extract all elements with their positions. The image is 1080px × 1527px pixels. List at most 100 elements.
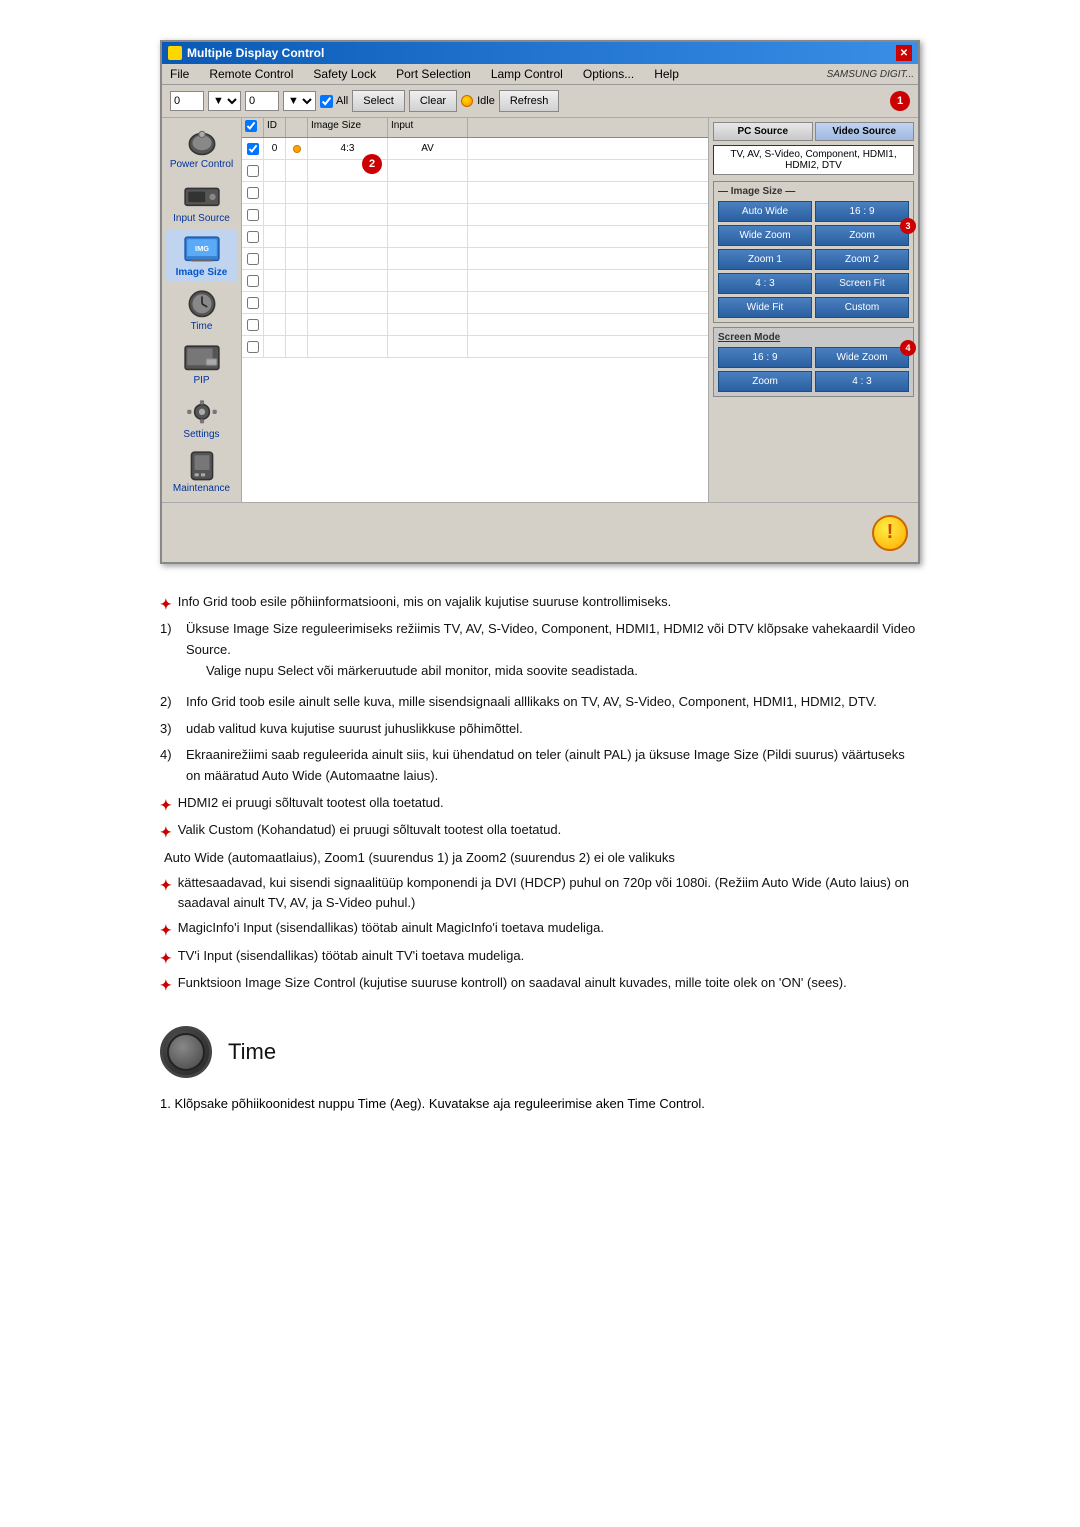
grid-container: ID Image Size Input 2 0 4:3 AV <box>242 118 708 502</box>
numbered-item-1: 1) Üksuse Image Size reguleerimiseks rež… <box>160 619 920 685</box>
all-checkbox[interactable] <box>320 95 333 108</box>
sidebar-item-maintenance[interactable]: Maintenance <box>166 446 238 498</box>
star-text-6: Funktsioon Image Size Control (kujutise … <box>178 973 847 994</box>
menu-file[interactable]: File <box>166 66 193 82</box>
time-section: Time <box>160 1026 920 1078</box>
sidebar-label-pip: PIP <box>193 375 209 386</box>
numbered-item-2: 2) Info Grid toob esile ainult selle kuv… <box>160 692 920 713</box>
id-dropdown[interactable]: ▼ <box>208 91 241 111</box>
btn-screen-zoom[interactable]: Zoom <box>718 371 812 392</box>
star-icon-4: ✦ <box>160 919 172 941</box>
btn-16-9[interactable]: 16 : 9 <box>815 201 909 222</box>
num-label-1: 1) <box>160 619 180 685</box>
star-icon-0: ✦ <box>160 593 172 615</box>
numbered-text-1: Üksuse Image Size reguleerimiseks režiim… <box>186 619 920 685</box>
badge-4: 4 <box>900 340 916 356</box>
btn-custom[interactable]: Custom <box>815 297 909 318</box>
btn-wide-zoom[interactable]: Wide Zoom <box>718 225 812 246</box>
star-item-4: ✦ MagicInfo'i Input (sisendallikas) tööt… <box>160 918 920 941</box>
title-bar: Multiple Display Control ✕ <box>162 42 918 64</box>
main-content: Power Control Input Source <box>162 118 918 502</box>
pc-source-tab[interactable]: PC Source <box>713 122 813 141</box>
screen-mode-grid: 16 : 9 Wide Zoom 4 Zoom 4 : 3 <box>718 347 909 392</box>
id-input-2[interactable] <box>245 91 279 111</box>
btn-screen-fit[interactable]: Screen Fit <box>815 273 909 294</box>
text-content-area: ✦ Info Grid toob esile põhiinformatsioon… <box>160 592 920 996</box>
grid-header-imagesize: Image Size <box>308 118 388 137</box>
all-checkbox-area: All <box>320 95 348 108</box>
select-all-checkbox[interactable] <box>245 120 257 132</box>
row-id-1: 0 <box>264 138 286 159</box>
id-input-1[interactable] <box>170 91 204 111</box>
table-row <box>242 270 708 292</box>
star-text-0: Info Grid toob esile põhiinformatsiooni,… <box>178 592 672 613</box>
sidebar-item-power[interactable]: Power Control <box>166 122 238 174</box>
menu-port-selection[interactable]: Port Selection <box>392 66 475 82</box>
bottom-area: ! <box>162 502 918 562</box>
all-label: All <box>336 95 348 107</box>
sidebar-item-pip[interactable]: PIP <box>166 338 238 390</box>
table-row <box>242 204 708 226</box>
sidebar-label-power: Power Control <box>170 159 233 170</box>
refresh-button[interactable]: Refresh <box>499 90 560 112</box>
table-row <box>242 160 708 182</box>
star-icon-1: ✦ <box>160 794 172 816</box>
select-button[interactable]: Select <box>352 90 405 112</box>
sidebar-item-input[interactable]: Input Source <box>166 176 238 228</box>
pip-icon <box>183 342 221 374</box>
badge-3: 3 <box>900 218 916 234</box>
numbered-text-2: Info Grid toob esile ainult selle kuva, … <box>186 692 877 713</box>
star-icon-2: ✦ <box>160 821 172 843</box>
menu-remote-control[interactable]: Remote Control <box>205 66 297 82</box>
btn-screen-wide-zoom[interactable]: Wide Zoom 4 <box>815 347 909 368</box>
menu-help[interactable]: Help <box>650 66 683 82</box>
time-section-icon <box>160 1026 212 1078</box>
idle-dot <box>461 95 473 107</box>
menu-lamp-control[interactable]: Lamp Control <box>487 66 567 82</box>
time-section-title: Time <box>228 1039 276 1065</box>
sidebar: Power Control Input Source <box>162 118 242 502</box>
auto-wide-note: Auto Wide (automaatlaius), Zoom1 (suuren… <box>160 848 920 869</box>
sidebar-item-imagesize[interactable]: IMG Image Size <box>166 230 238 282</box>
sidebar-item-settings[interactable]: Settings <box>166 392 238 444</box>
btn-zoom2[interactable]: Zoom 2 <box>815 249 909 270</box>
num-label-3: 3) <box>160 719 180 740</box>
time-icon-inner <box>167 1033 205 1071</box>
grid-header-id: ID <box>264 118 286 137</box>
source-info: TV, AV, S-Video, Component, HDMI1, HDMI2… <box>713 145 914 175</box>
imagesize-icon: IMG <box>183 234 221 266</box>
toolbar: ▼ ▼ All Select Clear Idle Refresh 1 <box>162 85 918 118</box>
table-row <box>242 248 708 270</box>
star-item-5: ✦ TV'i Input (sisendallikas) töötab ainu… <box>160 946 920 969</box>
clear-button[interactable]: Clear <box>409 90 457 112</box>
grid-scroll-area[interactable]: 0 4:3 AV <box>242 138 708 378</box>
sidebar-label-settings: Settings <box>183 429 219 440</box>
star-item-6: ✦ Funktsioon Image Size Control (kujutis… <box>160 973 920 996</box>
btn-screen-4-3[interactable]: 4 : 3 <box>815 371 909 392</box>
video-source-tab[interactable]: Video Source <box>815 122 915 141</box>
btn-auto-wide[interactable]: Auto Wide <box>718 201 812 222</box>
star-item-0: ✦ Info Grid toob esile põhiinformatsioon… <box>160 592 920 615</box>
image-size-group-title: — Image Size — <box>718 186 909 197</box>
btn-4-3[interactable]: 4 : 3 <box>718 273 812 294</box>
row-input-1: AV <box>388 138 468 159</box>
menu-safety-lock[interactable]: Safety Lock <box>309 66 380 82</box>
close-button[interactable]: ✕ <box>896 45 912 61</box>
sidebar-label-time: Time <box>191 321 213 332</box>
table-row <box>242 182 708 204</box>
btn-zoom1[interactable]: Zoom 1 <box>718 249 812 270</box>
btn-screen-16-9[interactable]: 16 : 9 <box>718 347 812 368</box>
sidebar-item-time[interactable]: Time <box>166 284 238 336</box>
star-icon-3: ✦ <box>160 874 172 896</box>
time-icon <box>183 288 221 320</box>
input-icon <box>183 180 221 212</box>
row-checkbox-1[interactable] <box>242 138 264 159</box>
menu-bar: File Remote Control Safety Lock Port Sel… <box>162 64 918 85</box>
idle-indicator: Idle <box>461 95 495 107</box>
time-note: 1. Klõpsake põhiikoonidest nuppu Time (A… <box>160 1094 920 1115</box>
source-tabs: PC Source Video Source <box>713 122 914 141</box>
btn-zoom[interactable]: Zoom 3 <box>815 225 909 246</box>
menu-options[interactable]: Options... <box>579 66 638 82</box>
id-dropdown-2[interactable]: ▼ <box>283 91 316 111</box>
btn-wide-fit[interactable]: Wide Fit <box>718 297 812 318</box>
